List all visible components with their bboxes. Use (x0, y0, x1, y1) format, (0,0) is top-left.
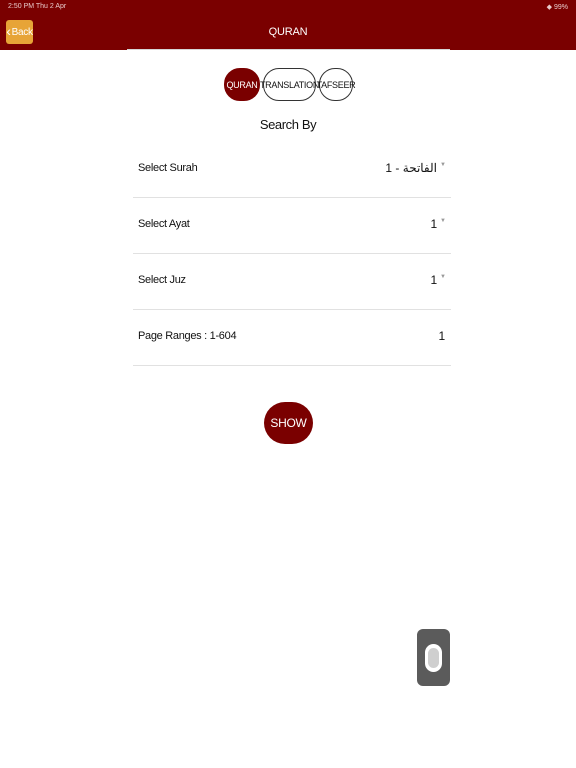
select-surah-value: الفاتحة - 1 (385, 161, 437, 175)
select-ayat-value: 1 (430, 217, 438, 231)
floating-button[interactable] (417, 629, 450, 686)
search-by-heading: Search By (259, 117, 317, 132)
select-surah-row[interactable]: Select Surah الفاتحة - 1 ▼ (133, 142, 451, 198)
page-range-label: Page Ranges : 1-604 (138, 330, 237, 342)
select-juz-row[interactable]: Select Juz 1 ▼ (133, 254, 451, 310)
show-button[interactable]: SHOW (264, 402, 313, 444)
select-ayat-row[interactable]: Select Ayat 1 ▼ (133, 198, 451, 254)
capsule-icon (425, 643, 442, 672)
page-range-row: Page Ranges : 1-604 1 (133, 310, 451, 366)
tab-tafseer[interactable]: TAFSEER (317, 68, 356, 101)
select-juz-value: 1 (430, 273, 438, 287)
caret-down-icon: ▼ (440, 218, 446, 224)
navigation-bar: 2:50 PM Thu 2 Apr ◆ 99% ‹ Back QURAN (0, 0, 576, 50)
tab-quran[interactable]: QURAN (224, 68, 260, 101)
caret-down-icon: ▼ (440, 274, 446, 280)
select-juz-label: Select Juz (138, 274, 186, 286)
page-number-input[interactable]: 1 (439, 329, 446, 343)
status-time: 2:50 PM Thu 2 Apr (8, 3, 67, 10)
status-battery: ◆ 99% (546, 4, 568, 11)
select-surah-label: Select Surah (138, 162, 198, 174)
divider (127, 49, 450, 50)
page-title: QURAN (268, 26, 308, 38)
tab-translation[interactable]: TRANSLATION (260, 68, 319, 101)
select-ayat-label: Select Ayat (138, 218, 190, 230)
caret-down-icon: ▼ (440, 162, 446, 168)
